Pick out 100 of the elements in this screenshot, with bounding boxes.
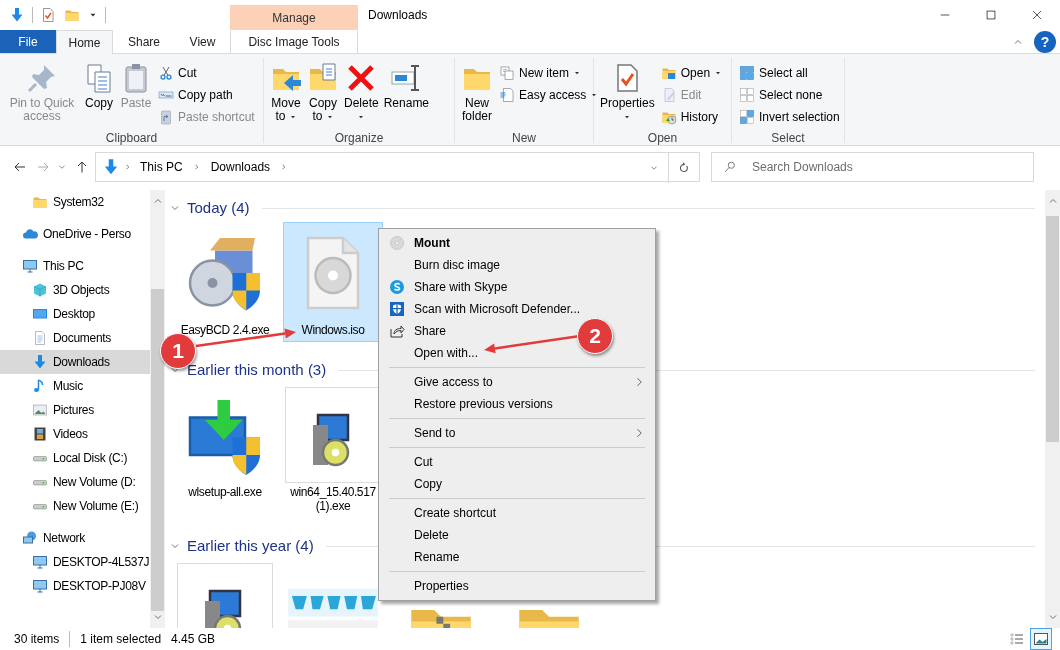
sidebar-item[interactable]: Pictures: [0, 398, 150, 422]
sidebar-item[interactable]: Music: [0, 374, 150, 398]
sidebar-item[interactable]: 3D Objects: [0, 278, 150, 302]
ribbon-button[interactable]: Move to: [268, 60, 304, 125]
file-tile[interactable]: Windows.iso: [283, 222, 383, 342]
caret-icon: [623, 113, 632, 121]
menu-item[interactable]: Share with Skype: [381, 276, 516, 298]
group-label: New: [511, 130, 537, 147]
scrollbar-thumb[interactable]: [151, 289, 164, 611]
menu-item[interactable]: Rename: [381, 546, 468, 568]
ribbon-button[interactable]: Cut: [155, 62, 258, 84]
ribbon-button[interactable]: History: [657, 106, 726, 128]
cloud-icon: [22, 226, 38, 242]
ribbon-button[interactable]: Select none: [736, 84, 843, 106]
sidebar-item[interactable]: Network: [0, 526, 150, 550]
properties-icon: [40, 7, 56, 23]
share-icon: [389, 323, 405, 339]
select-all-icon: [739, 65, 755, 81]
group-label: Open: [646, 130, 679, 147]
menu-item[interactable]: Burn disc image: [381, 254, 509, 276]
ribbon-button[interactable]: Copy path: [155, 84, 258, 106]
group-header: Earlier this year (4): [187, 535, 314, 556]
document-icon: [32, 330, 48, 346]
group-label: Clipboard: [104, 130, 159, 147]
sidebar-item[interactable]: Documents: [0, 326, 150, 350]
ribbon-button[interactable]: Invert selection: [736, 106, 843, 128]
menu-item[interactable]: Mount: [381, 232, 458, 254]
sidebar-item[interactable]: Local Disk (C:): [0, 446, 150, 470]
download-arrow-icon: [9, 7, 25, 23]
pin-icon: [26, 62, 58, 94]
network-icon: [22, 530, 38, 546]
computer-icon: [32, 578, 48, 594]
sidebar-item[interactable]: New Volume (E:): [0, 494, 150, 518]
caret-icon: [590, 91, 599, 99]
menu-item[interactable]: Delete: [381, 524, 457, 546]
sidebar-item[interactable]: System32: [0, 190, 150, 214]
scrollbar[interactable]: [150, 190, 165, 628]
sidebar-item[interactable]: DESKTOP-4L537J: [0, 550, 150, 574]
group-label: Select: [770, 130, 806, 147]
ribbon-tab[interactable]: View: [175, 30, 230, 53]
caret-icon: [573, 69, 581, 77]
group-header: Today (4): [187, 197, 250, 218]
window-title: Downloads: [367, 7, 428, 24]
file-name: Windows.iso: [300, 323, 366, 337]
item-count: 30 items: [14, 631, 60, 648]
address-bar[interactable]: This PC Downloads: [95, 152, 700, 182]
menu-item[interactable]: Scan with Microsoft Defender...: [381, 298, 589, 320]
menu-item[interactable]: Share: [381, 320, 455, 342]
sidebar-item[interactable]: Desktop: [0, 302, 150, 326]
file-name: win64_15.40.517 (1).exe: [289, 485, 377, 513]
easy-access-icon: [499, 87, 515, 103]
menu-item[interactable]: Send to: [381, 422, 653, 444]
breadcrumb[interactable]: This PC: [136, 158, 187, 176]
menu-item[interactable]: Give access to: [381, 371, 653, 393]
download-arrow-icon: [32, 354, 48, 370]
ribbon-button[interactable]: Delete: [342, 60, 381, 123]
refresh-icon: [677, 161, 691, 175]
ribbon-button[interactable]: New folder: [459, 60, 495, 125]
invert-selection-icon: [739, 109, 755, 125]
download-arrow-icon: [102, 158, 120, 176]
computer-icon: [32, 554, 48, 570]
sidebar-item[interactable]: Videos: [0, 422, 150, 446]
sidebar-item[interactable]: DESKTOP-PJ08V: [0, 574, 150, 598]
select-none-icon: [739, 87, 755, 103]
ribbon-button[interactable]: Rename: [381, 60, 432, 112]
contextual-tab-header: Manage: [230, 5, 358, 30]
search-icon: [723, 160, 737, 174]
ribbon-button[interactable]: Open: [657, 62, 726, 84]
sidebar-item[interactable]: This PC: [0, 254, 150, 278]
sidebar-item[interactable]: New Volume (D:: [0, 470, 150, 494]
view-button[interactable]: [1030, 628, 1052, 650]
menu-item[interactable]: Open with...: [381, 342, 487, 364]
ribbon-button[interactable]: Copy: [81, 60, 117, 112]
skype-icon: [389, 279, 405, 295]
details-view-icon: [1009, 631, 1025, 647]
ribbon-tab[interactable]: File: [0, 30, 56, 53]
menu-item[interactable]: Create shortcut: [381, 502, 505, 524]
desktop-icon: [32, 306, 48, 322]
maximize-icon: [984, 8, 998, 22]
computer-icon: [22, 258, 38, 274]
group-label: Organize: [333, 130, 385, 147]
scrollbar[interactable]: [1045, 190, 1060, 628]
menu-item[interactable]: Properties: [381, 575, 477, 597]
help-button[interactable]: ?: [1034, 30, 1056, 53]
menu-item[interactable]: Restore previous versions: [381, 393, 561, 415]
sidebar-item[interactable]: Downloads: [0, 350, 150, 374]
breadcrumb[interactable]: Downloads: [206, 158, 275, 176]
ribbon-button[interactable]: Select all: [736, 62, 843, 84]
film-icon: [32, 426, 48, 442]
search-field[interactable]: Search Downloads: [711, 152, 1034, 182]
ribbon-tab[interactable]: Share: [113, 30, 175, 53]
caret-icon: [714, 69, 723, 77]
ribbon-button[interactable]: Copy to: [305, 60, 341, 125]
scrollbar-thumb[interactable]: [1046, 216, 1059, 442]
menu-item[interactable]: Copy: [381, 473, 450, 495]
selection-info: 1 item selected: [80, 631, 162, 648]
new-item-icon: [499, 65, 515, 81]
sidebar-item[interactable]: OneDrive - Perso: [0, 222, 150, 246]
menu-item[interactable]: Cut: [381, 451, 441, 473]
ribbon-tab[interactable]: Home: [56, 30, 113, 54]
